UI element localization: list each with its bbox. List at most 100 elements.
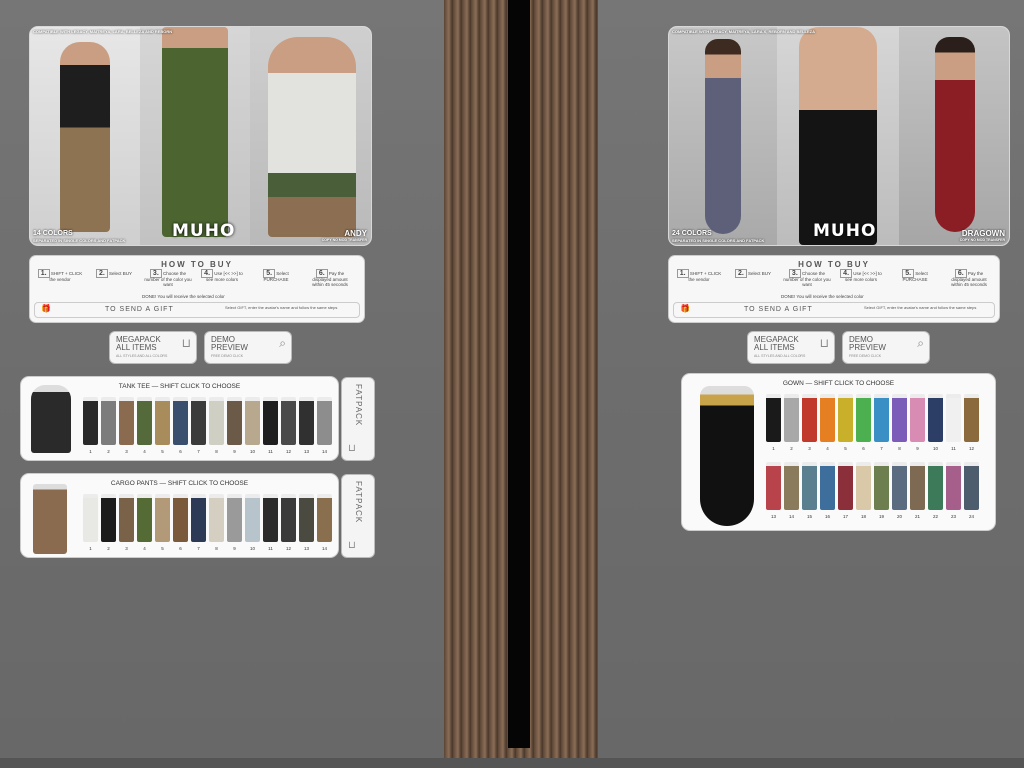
gown-swatch-22[interactable] <box>928 462 943 510</box>
demo-button-right[interactable]: DEMO PREVIEW FREE DEMO CLICK ⌕ <box>843 332 929 363</box>
gown-swatch-24[interactable] <box>964 462 979 510</box>
cargo-pants-title: CARGO PANTS — SHIFT CLICK TO CHOOSE <box>110 480 249 487</box>
gown-swatch-3[interactable] <box>802 394 817 442</box>
pants-swatch-9[interactable] <box>227 494 242 542</box>
tank-swatch-4[interactable] <box>137 397 152 445</box>
gown-swatch-1[interactable] <box>766 394 781 442</box>
tank-tee-color-vendor[interactable]: TANK TEE — SHIFT CLICK TO CHOOSE 1234567… <box>21 377 338 460</box>
gown-swatch-19[interactable] <box>874 462 889 510</box>
tank-swatch-9[interactable] <box>227 397 242 445</box>
tank-swatch-1[interactable] <box>83 397 98 445</box>
gown-swatch-number: 19 <box>878 514 884 519</box>
pants-swatch-12[interactable] <box>281 494 296 542</box>
gown-photo-1 <box>669 27 777 245</box>
tank-swatch-5[interactable] <box>155 397 170 445</box>
pants-swatch-14[interactable] <box>317 494 332 542</box>
tank-swatch-3[interactable] <box>119 397 134 445</box>
gown-swatch-2[interactable] <box>784 394 799 442</box>
step-2: 2. Select BUY <box>729 269 777 278</box>
tank-swatch-11[interactable] <box>263 397 278 445</box>
gown-swatch-21[interactable] <box>910 462 925 510</box>
gift-instructions: Select GIFT, enter the avatar's name and… <box>864 305 977 310</box>
pants-swatch-13[interactable] <box>299 494 314 542</box>
gown-swatch-8[interactable] <box>892 394 907 442</box>
tank-swatch-2[interactable] <box>101 397 116 445</box>
tank-swatch-14[interactable] <box>317 397 332 445</box>
fatpack-label: FATPACK <box>354 384 363 427</box>
tank-swatch-10[interactable] <box>245 397 260 445</box>
pants-swatch-4[interactable] <box>137 494 152 542</box>
pants-swatch-number: 13 <box>303 546 309 551</box>
how-to-buy-title: HOW TO BUY <box>798 260 870 269</box>
shopping-bag-icon: ⊔ <box>181 336 191 350</box>
how-to-buy-panel-left[interactable]: HOW TO BUY 1. SHIFT + CLICK the vendor 2… <box>30 256 364 322</box>
gown-swatch-9[interactable] <box>910 394 925 442</box>
cargo-pants-color-vendor[interactable]: CARGO PANTS — SHIFT CLICK TO CHOOSE 1234… <box>21 474 338 557</box>
tank-swatch-13[interactable] <box>299 397 314 445</box>
pants-swatch-6[interactable] <box>173 494 188 542</box>
doorway-gap <box>508 0 530 748</box>
pants-swatch-3[interactable] <box>119 494 134 542</box>
colors-count: 14 COLORS <box>33 230 73 237</box>
gown-swatch-23[interactable] <box>946 462 961 510</box>
gown-swatch-11[interactable] <box>946 394 961 442</box>
step-4: 4. Use [<< >>] to see more colors <box>198 269 246 282</box>
gown-swatch-7[interactable] <box>874 394 889 442</box>
send-gift-row[interactable]: 🎁 TO SEND A GIFT Select GIFT, enter the … <box>34 302 360 318</box>
gown-swatch-6[interactable] <box>856 394 871 442</box>
gown-swatch-17[interactable] <box>838 462 853 510</box>
pants-swatch-2[interactable] <box>101 494 116 542</box>
how-to-buy-panel-right[interactable]: HOW TO BUY 1. SHIFT + CLICK the vendor 2… <box>669 256 999 322</box>
gown-swatch-14[interactable] <box>784 462 799 510</box>
demo-button-left[interactable]: DEMO PREVIEW FREE DEMO CLICK ⌕ <box>205 332 291 363</box>
gown-swatch-number: 5 <box>844 446 847 451</box>
gown-swatch-number: 1 <box>772 446 775 451</box>
gown-swatch-number: 23 <box>950 514 956 519</box>
fatpack-button-tank[interactable]: FATPACK ⊔ <box>342 378 374 460</box>
tank-swatch-6[interactable] <box>173 397 188 445</box>
gown-swatch-15[interactable] <box>802 462 817 510</box>
andy-ad-vendor[interactable]: COMPATIBLE WITH LEGACY, MAITREYA, LARA, … <box>30 27 371 245</box>
pants-hanger-preview <box>33 484 67 554</box>
step-5: 5. Select PURCHASE <box>263 269 289 282</box>
gown-swatch-10[interactable] <box>928 394 943 442</box>
pants-swatch-number: 4 <box>143 546 146 551</box>
tank-swatch-number: 5 <box>161 449 164 454</box>
tank-swatch-number: 3 <box>125 449 128 454</box>
gown-swatch-4[interactable] <box>820 394 835 442</box>
gown-swatch-18[interactable] <box>856 462 871 510</box>
pants-swatch-8[interactable] <box>209 494 224 542</box>
gown-color-vendor[interactable]: GOWN — SHIFT CLICK TO CHOOSE 1 2 3 4 5 6 7 8 9 10… <box>682 374 995 530</box>
pants-swatch-number: 2 <box>107 546 110 551</box>
megapack-button-left[interactable]: MEGAPACK ALL ITEMS ALL STYLES AND ALL CO… <box>110 332 196 363</box>
gift-icon: 🎁 <box>41 304 52 313</box>
megapack-button-right[interactable]: MEGAPACK ALL ITEMS ALL STYLES AND ALL CO… <box>748 332 834 363</box>
pants-swatch-1[interactable] <box>83 494 98 542</box>
tank-swatch-number: 6 <box>179 449 182 454</box>
gift-instructions: Select GIFT, enter the avatar's name and… <box>225 305 338 310</box>
gown-swatch-20[interactable] <box>892 462 907 510</box>
gown-swatch-16[interactable] <box>820 462 835 510</box>
dragown-ad-vendor[interactable]: COMPATIBLE WITH LEGACY, MAITREYA, LARA X… <box>669 27 1009 245</box>
tank-swatch-12[interactable] <box>281 397 296 445</box>
gown-swatch-number: 8 <box>898 446 901 451</box>
tank-swatch-8[interactable] <box>209 397 224 445</box>
tank-swatch-7[interactable] <box>191 397 206 445</box>
model-photo-2 <box>140 27 250 245</box>
pants-swatch-5[interactable] <box>155 494 170 542</box>
gown-swatch-12[interactable] <box>964 394 979 442</box>
fatpack-button-pants[interactable]: FATPACK ⊔ <box>342 475 374 557</box>
pants-swatch-7[interactable] <box>191 494 206 542</box>
shopping-bag-icon: ⊔ <box>348 443 356 454</box>
tank-swatch-number: 8 <box>215 449 218 454</box>
fatpack-label: FATPACK <box>354 481 363 524</box>
gown-photo-3 <box>899 27 1009 245</box>
send-gift-row[interactable]: 🎁 TO SEND A GIFT Select GIFT, enter the … <box>673 302 995 318</box>
pants-swatch-10[interactable] <box>245 494 260 542</box>
tank-tee-title: TANK TEE — SHIFT CLICK TO CHOOSE <box>118 383 241 390</box>
model-photo-1 <box>30 27 140 245</box>
separated-note: SEPARATED IN SINGLE COLORS AND FATPACK <box>672 238 765 243</box>
gown-swatch-13[interactable] <box>766 462 781 510</box>
gown-swatch-5[interactable] <box>838 394 853 442</box>
pants-swatch-11[interactable] <box>263 494 278 542</box>
